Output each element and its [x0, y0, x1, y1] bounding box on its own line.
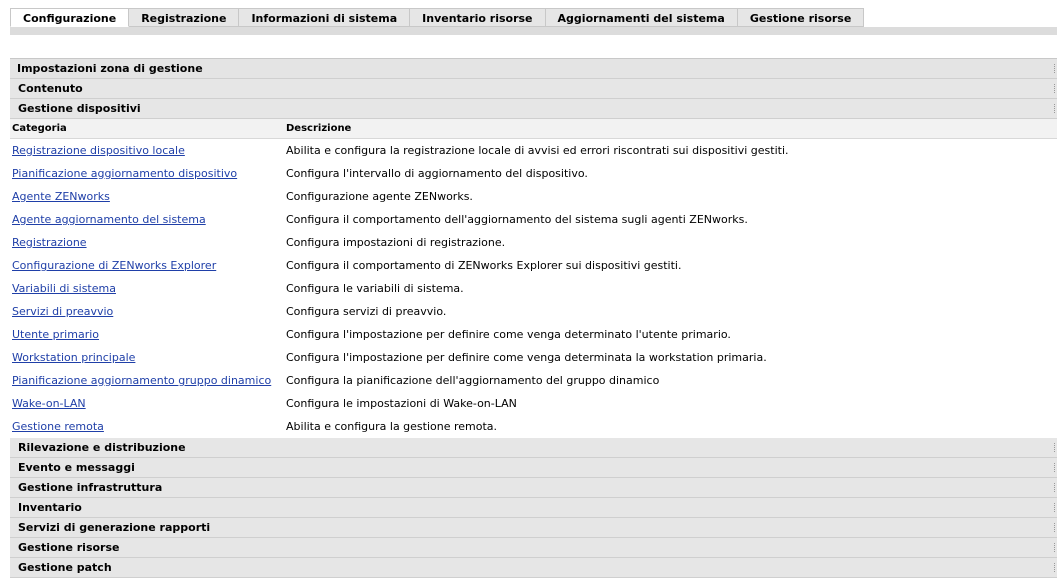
section-label: Evento e messaggi [18, 461, 135, 474]
settings-panel: Impostazioni zona di gestione Contenuto … [10, 58, 1057, 578]
row-description: Configura la pianificazione dell'aggiorn… [286, 374, 660, 387]
table-row: Workstation principale Configura l'impost… [10, 346, 1057, 369]
tab-gestione-risorse[interactable]: Gestione risorse [737, 8, 865, 27]
section-gestione-dispositivi[interactable]: Gestione dispositivi [10, 99, 1057, 119]
category-link-servizi-di-preavvio[interactable]: Servizi di preavvio [12, 305, 113, 318]
settings-table-body: Registrazione dispositivo locale Abilita … [10, 139, 1057, 438]
row-description: Configura le variabili di sistema. [286, 282, 464, 295]
category-link-wake-on-lan[interactable]: Wake-on-LAN [12, 397, 86, 410]
section-label: Gestione patch [18, 561, 112, 574]
section-contenuto[interactable]: Contenuto [10, 79, 1057, 99]
section-inventario[interactable]: Inventario [10, 498, 1057, 518]
category-link-agente-aggiornamento-del-sistema[interactable]: Agente aggiornamento del sistema [12, 213, 206, 226]
table-row: Agente aggiornamento del sistema Configur… [10, 208, 1057, 231]
column-header-description: Descrizione [286, 123, 352, 134]
row-description: Configura l'impostazione per definire co… [286, 328, 731, 341]
category-link-registrazione[interactable]: Registrazione [12, 236, 87, 249]
column-header-category: Categoria [12, 123, 67, 134]
row-description: Configura l'intervallo di aggiornamento … [286, 167, 588, 180]
tab-registrazione[interactable]: Registrazione [129, 8, 240, 27]
section-label: Rilevazione e distribuzione [18, 441, 186, 454]
category-link-agente-zenworks[interactable]: Agente ZENworks [12, 190, 110, 203]
category-link-utente-primario[interactable]: Utente primario [12, 328, 99, 341]
tab-informazioni-di-sistema[interactable]: Informazioni di sistema [239, 8, 411, 27]
table-header: Categoria Descrizione [10, 119, 1057, 139]
section-evento-e-messaggi[interactable]: Evento e messaggi [10, 458, 1057, 478]
table-row: Configurazione di ZENworks Explorer Confi… [10, 254, 1057, 277]
tab-underline [10, 27, 1057, 35]
table-row: Variabili di sistema Configura le variabi… [10, 277, 1057, 300]
row-description: Configura impostazioni di registrazione. [286, 236, 506, 249]
category-link-variabili-di-sistema[interactable]: Variabili di sistema [12, 282, 116, 295]
table-row: Gestione remota Abilita e configura la ge… [10, 415, 1057, 438]
table-row: Agente ZENworks Configurazione agente ZEN… [10, 185, 1057, 208]
section-label: Gestione infrastruttura [18, 481, 163, 494]
table-row: Utente primario Configura l'impostazione … [10, 323, 1057, 346]
tab-inventario-risorse[interactable]: Inventario risorse [410, 8, 546, 27]
row-description: Configura il comportamento dell'aggiorna… [286, 213, 748, 226]
tab-configurazione[interactable]: Configurazione [10, 8, 130, 27]
row-description: Configurazione agente ZENworks. [286, 190, 473, 203]
section-servizi-generazione-rapporti[interactable]: Servizi di generazione rapporti [10, 518, 1057, 538]
table-row: Pianificazione aggiornamento gruppo dina… [10, 369, 1057, 392]
section-gestione-patch[interactable]: Gestione patch [10, 558, 1057, 578]
table-row: Registrazione dispositivo locale Abilita … [10, 139, 1057, 162]
table-row: Servizi di preavvio Configura servizi di … [10, 300, 1057, 323]
section-label: Servizi di generazione rapporti [18, 521, 211, 534]
category-link-registrazione-dispositivo-locale[interactable]: Registrazione dispositivo locale [12, 144, 185, 157]
category-link-pianificazione-aggiornamento-dispositivo[interactable]: Pianificazione aggiornamento dispositivo [12, 167, 237, 180]
category-link-pianificazione-aggiornamento-gruppo-dinamico[interactable]: Pianificazione aggiornamento gruppo dina… [12, 374, 271, 387]
row-description: Configura servizi di preavvio. [286, 305, 447, 318]
row-description: Configura l'impostazione per definire co… [286, 351, 767, 364]
category-link-configurazione-zenworks-explorer[interactable]: Configurazione di ZENworks Explorer [12, 259, 216, 272]
section-label: Gestione dispositivi [18, 102, 141, 115]
section-gestione-infrastruttura[interactable]: Gestione infrastruttura [10, 478, 1057, 498]
row-description: Abilita e configura la registrazione loc… [286, 144, 789, 157]
row-description: Configura il comportamento di ZENworks E… [286, 259, 682, 272]
section-label: Inventario [18, 501, 82, 514]
section-label: Gestione risorse [18, 541, 120, 554]
section-rilevazione-e-distribuzione[interactable]: Rilevazione e distribuzione [10, 438, 1057, 458]
panel-title-text: Impostazioni zona di gestione [17, 62, 203, 75]
row-description: Abilita e configura la gestione remota. [286, 420, 498, 433]
category-link-workstation-principale[interactable]: Workstation principale [12, 351, 135, 364]
table-row: Registrazione Configura impostazioni di r… [10, 231, 1057, 254]
tab-bar: Configurazione Registrazione Informazion… [10, 8, 865, 28]
tab-aggiornamenti-del-sistema[interactable]: Aggiornamenti del sistema [545, 8, 738, 27]
table-row: Wake-on-LAN Configura le impostazioni di … [10, 392, 1057, 415]
table-row: Pianificazione aggiornamento dispositivo… [10, 162, 1057, 185]
section-label: Contenuto [18, 82, 83, 95]
section-gestione-risorse[interactable]: Gestione risorse [10, 538, 1057, 558]
category-link-gestione-remota[interactable]: Gestione remota [12, 420, 104, 433]
row-description: Configura le impostazioni di Wake-on-LAN [286, 397, 517, 410]
panel-title: Impostazioni zona di gestione [10, 59, 1057, 79]
